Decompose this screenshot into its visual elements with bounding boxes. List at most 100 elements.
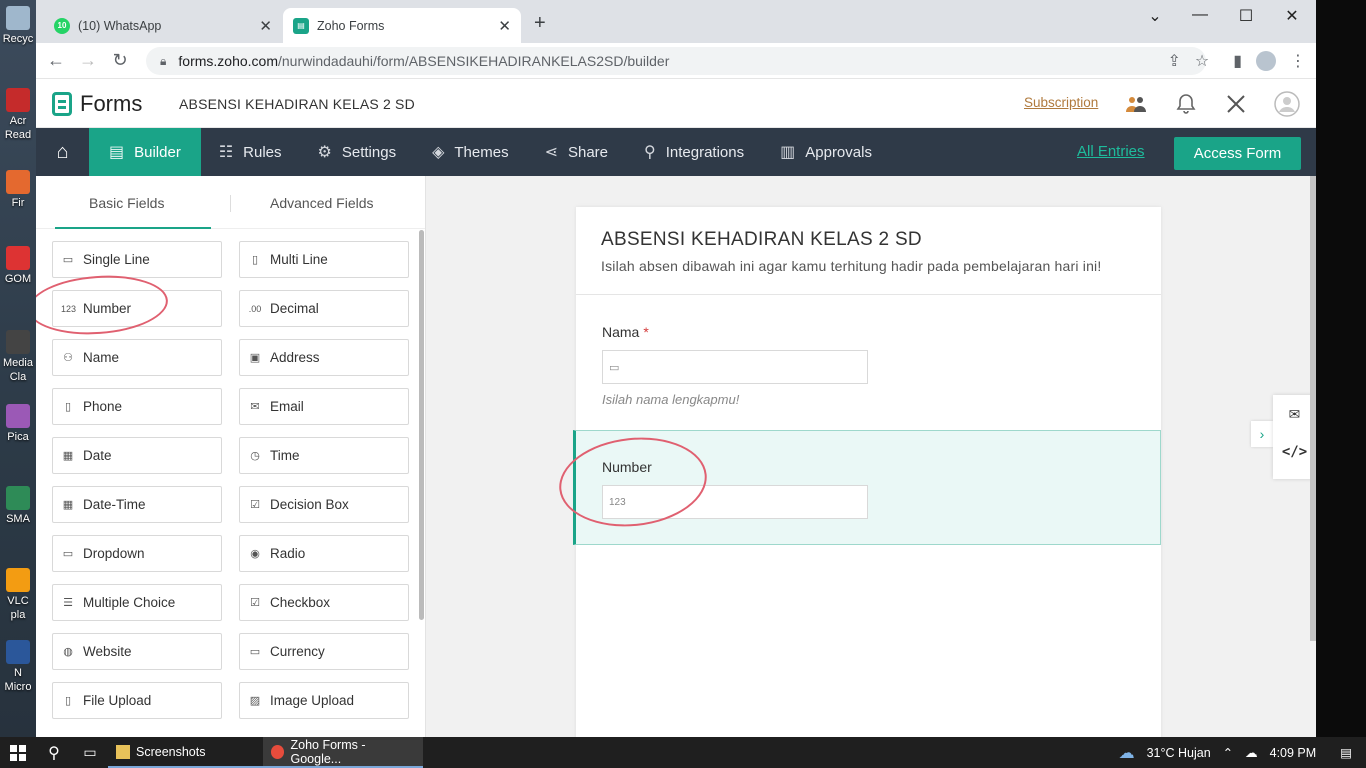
chevron-up-icon[interactable]: ⌃ bbox=[1223, 745, 1233, 760]
share-page-icon[interactable]: ⇪ bbox=[1167, 51, 1180, 71]
nav-integrations[interactable]: ⚲ Integrations bbox=[626, 128, 762, 176]
nama-input[interactable]: ▭ bbox=[602, 350, 868, 384]
close-icon[interactable]: ✕ bbox=[259, 17, 272, 35]
field-time[interactable]: ◷ Time bbox=[239, 437, 409, 474]
tab-advanced-fields[interactable]: Advanced Fields bbox=[270, 195, 374, 211]
close-icon[interactable]: ✕ bbox=[498, 17, 511, 35]
tools-icon[interactable] bbox=[1223, 91, 1249, 117]
bookmark-star-icon[interactable]: ☆ bbox=[1195, 51, 1209, 71]
clock-time[interactable]: 4:09 PM bbox=[1270, 746, 1317, 760]
field-decimal[interactable]: .00 Decimal bbox=[239, 290, 409, 327]
field-name[interactable]: ⚇ Name bbox=[52, 339, 222, 376]
subscription-link[interactable]: Subscription bbox=[1024, 95, 1098, 110]
desktop-strip: Recyc Acr Read Fir GOM Media Cla Pica SMA … bbox=[0, 0, 36, 737]
side-panel-icon[interactable]: ▮ bbox=[1233, 51, 1242, 71]
tab-whatsapp[interactable]: 10 (10) WhatsApp ✕ bbox=[44, 8, 282, 43]
zoho-forms-icon: ▤ bbox=[293, 17, 309, 34]
close-window-icon[interactable]: ✕ bbox=[1269, 6, 1315, 26]
desktop-icon-sma[interactable]: SMA bbox=[0, 486, 36, 526]
decimal-icon: .00 bbox=[248, 303, 262, 314]
field-dropdown[interactable]: ▭ Dropdown bbox=[52, 535, 222, 572]
nav-themes[interactable]: ◈ Themes bbox=[414, 128, 527, 176]
home-icon[interactable]: ⌂ bbox=[36, 128, 89, 176]
desktop-icon-media[interactable]: Media Cla bbox=[0, 330, 36, 384]
desktop-icon-recycle[interactable]: Recyc bbox=[0, 6, 36, 46]
field-currency[interactable]: ▭ Currency bbox=[239, 633, 409, 670]
search-icon[interactable]: ⚲ bbox=[36, 737, 72, 768]
desktop-icon-gom[interactable]: GOM bbox=[0, 246, 36, 286]
field-label: Email bbox=[270, 399, 304, 414]
field-label: Website bbox=[83, 644, 132, 659]
taskbar-app-chrome[interactable]: Zoho Forms - Google... bbox=[263, 737, 423, 768]
field-multi-line[interactable]: ▯ Multi Line bbox=[239, 241, 409, 278]
maximize-icon[interactable]: ☐ bbox=[1223, 6, 1269, 26]
nav-builder[interactable]: ▤ Builder bbox=[89, 128, 201, 176]
all-entries-link[interactable]: All Entries bbox=[1077, 143, 1145, 160]
new-tab-icon[interactable]: + bbox=[534, 12, 546, 35]
field-file-upload[interactable]: ▯ File Upload bbox=[52, 682, 222, 719]
task-view-icon[interactable]: ▭ bbox=[72, 737, 108, 768]
field-multiple-choice[interactable]: ☰ Multiple Choice bbox=[52, 584, 222, 621]
forms-logo[interactable]: Forms bbox=[52, 91, 142, 117]
nav-approvals[interactable]: ▥ Approvals bbox=[762, 128, 890, 176]
field-image-upload[interactable]: ▨ Image Upload bbox=[239, 682, 409, 719]
nav-share[interactable]: ⋖ Share bbox=[527, 128, 626, 176]
forward-icon[interactable]: → bbox=[72, 50, 104, 71]
nav-settings[interactable]: ⚙ Settings bbox=[300, 128, 415, 176]
system-tray: ☁ 31°C Hujan ⌃ ☁ 4:09 PM ▤ bbox=[1119, 737, 1366, 768]
field-checkbox[interactable]: ☑ Checkbox bbox=[239, 584, 409, 621]
currency-icon: ▭ bbox=[249, 646, 261, 658]
desktop-icon-word[interactable]: N Micro bbox=[0, 640, 36, 694]
field-address[interactable]: ▣ Address bbox=[239, 339, 409, 376]
form-title[interactable]: ABSENSI KEHADIRAN KELAS 2 SD bbox=[601, 229, 922, 251]
field-email[interactable]: ✉ Email bbox=[239, 388, 409, 425]
access-form-button[interactable]: Access Form bbox=[1174, 137, 1301, 170]
phone-icon: ▯ bbox=[64, 401, 72, 413]
field-date[interactable]: ▦ Date bbox=[52, 437, 222, 474]
browser-window: 10 (10) WhatsApp ✕ ▤ Zoho Forms ✕ + ⌄ — … bbox=[36, 0, 1316, 737]
field-single-line[interactable]: ▭ Single Line bbox=[52, 241, 222, 278]
back-icon[interactable]: ← bbox=[40, 50, 72, 71]
date-time-icon: ▦ bbox=[62, 499, 74, 511]
tab-basic-fields[interactable]: Basic Fields bbox=[89, 195, 164, 211]
image-icon: ▨ bbox=[249, 695, 261, 707]
themes-icon: ◈ bbox=[432, 144, 445, 161]
desktop-icon-picasa[interactable]: Pica bbox=[0, 404, 36, 444]
field-decision-box[interactable]: ☑ Decision Box bbox=[239, 486, 409, 523]
cloud-icon[interactable]: ☁ bbox=[1245, 745, 1258, 760]
panel-scrollbar[interactable] bbox=[419, 230, 424, 620]
folder-icon bbox=[116, 744, 130, 759]
notification-icon[interactable]: ▤ bbox=[1340, 745, 1352, 760]
field-label: Time bbox=[270, 448, 300, 463]
users-icon[interactable] bbox=[1123, 91, 1149, 117]
field-phone[interactable]: ▯ Phone bbox=[52, 388, 222, 425]
bell-icon[interactable] bbox=[1173, 91, 1199, 117]
field-number[interactable]: 123 Number bbox=[52, 290, 222, 327]
field-radio[interactable]: ◉ Radio bbox=[239, 535, 409, 572]
desktop-icon-acrobat[interactable]: Acr Read bbox=[0, 88, 36, 142]
reload-icon[interactable]: ↻ bbox=[104, 50, 136, 71]
desktop-right bbox=[1316, 0, 1366, 737]
chevron-right-icon[interactable]: › bbox=[1251, 421, 1273, 447]
user-avatar-icon[interactable] bbox=[1274, 91, 1300, 117]
form-description[interactable]: Isilah absen dibawah ini agar kamu terhi… bbox=[601, 258, 1101, 274]
profile-avatar[interactable] bbox=[1256, 51, 1276, 71]
minimize-icon[interactable]: — bbox=[1177, 6, 1223, 24]
tab-zoho-forms[interactable]: ▤ Zoho Forms ✕ bbox=[283, 8, 521, 43]
taskbar-app-screenshots[interactable]: Screenshots bbox=[108, 737, 263, 768]
app-header: Forms ABSENSI KEHADIRAN KELAS 2 SD Subsc… bbox=[36, 79, 1316, 128]
menu-kebab-icon[interactable]: ⋮ bbox=[1290, 51, 1306, 71]
chevron-down-icon[interactable]: ⌄ bbox=[1132, 6, 1178, 26]
field-website[interactable]: ◍ Website bbox=[52, 633, 222, 670]
desktop-icon-vlc[interactable]: VLC pla bbox=[0, 568, 36, 622]
page-scrollbar[interactable] bbox=[1310, 176, 1316, 641]
url-input[interactable]: 🔒︎ forms.zoho.com/nurwindadauhi/form/ABS… bbox=[146, 47, 1206, 75]
nav-rules[interactable]: ☷ Rules bbox=[201, 128, 300, 176]
desktop-icon-firefox[interactable]: Fir bbox=[0, 170, 36, 210]
radio-icon: ◉ bbox=[250, 548, 260, 560]
windows-start-icon[interactable] bbox=[0, 737, 36, 768]
field-date-time[interactable]: ▦ Date-Time bbox=[52, 486, 222, 523]
number-placeholder: 123 bbox=[609, 496, 626, 508]
number-input[interactable]: 123 bbox=[602, 485, 868, 519]
weather-text[interactable]: 31°C Hujan bbox=[1147, 746, 1211, 760]
